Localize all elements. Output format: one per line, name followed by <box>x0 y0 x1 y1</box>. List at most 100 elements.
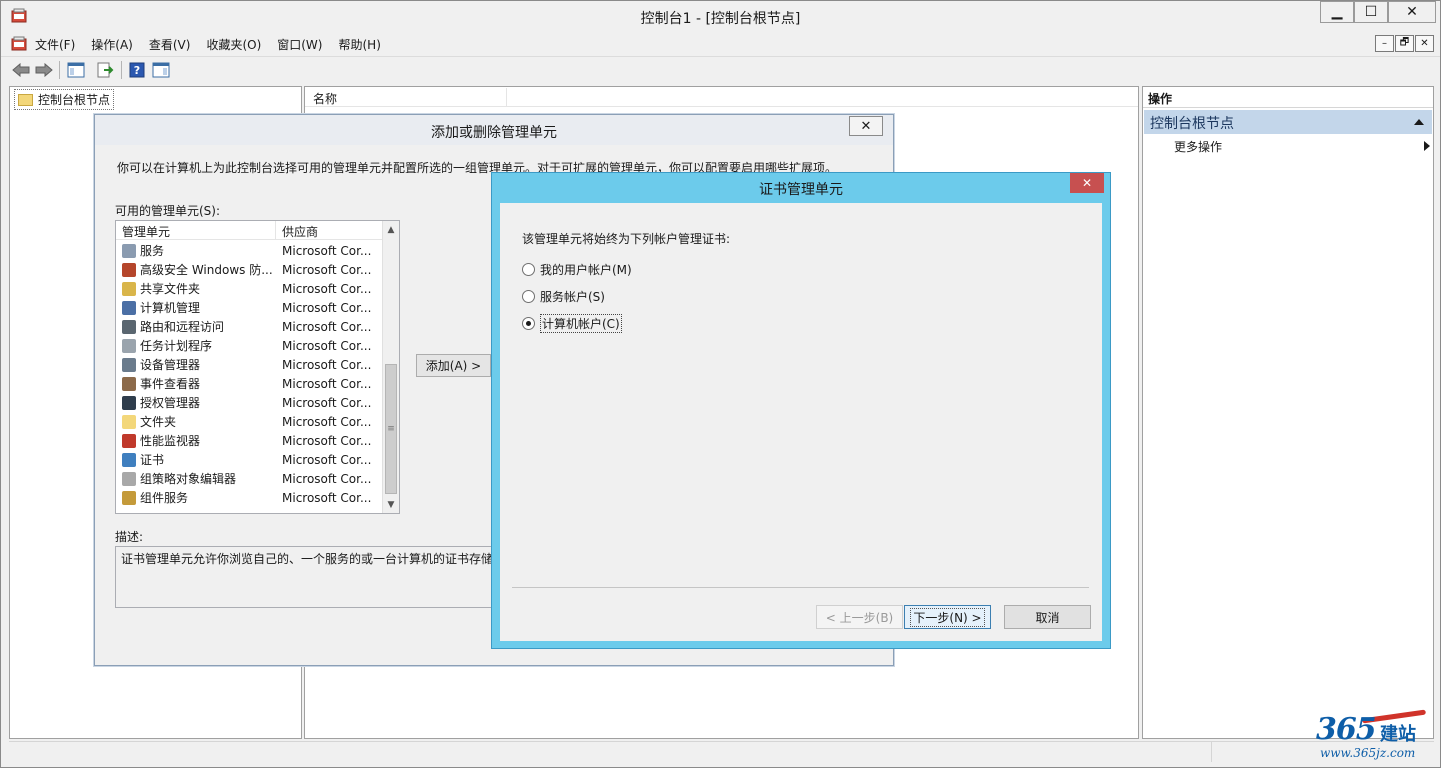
list-item[interactable]: 服务 Microsoft Cor... <box>116 241 382 260</box>
snapin-vendor: Microsoft Cor... <box>282 319 372 334</box>
snapin-name: 共享文件夹 <box>116 280 276 297</box>
list-item[interactable]: 任务计划程序 Microsoft Cor... <box>116 336 382 355</box>
column-header-name[interactable]: 名称 <box>307 88 507 106</box>
mdi-restore-button[interactable]: 🗗 <box>1395 35 1414 52</box>
radio-computer-account[interactable]: 计算机帐户(C) <box>522 314 622 333</box>
list-item[interactable]: 计算机管理 Microsoft Cor... <box>116 298 382 317</box>
show-hide-tree-button[interactable] <box>65 59 87 81</box>
mdi-minimize-button[interactable]: – <box>1375 35 1394 52</box>
scroll-down-icon[interactable]: ▼ <box>383 496 399 513</box>
toolbar-separator <box>59 61 60 79</box>
show-hide-console-tree-icon <box>67 62 85 78</box>
list-item[interactable]: 性能监视器 Microsoft Cor... <box>116 431 382 450</box>
add-button[interactable]: 添加(A) > <box>416 354 491 377</box>
snapin-name-label: 设备管理器 <box>140 358 201 372</box>
menu-view[interactable]: 查看(V) <box>149 36 191 53</box>
radio-label: 我的用户帐户(M) <box>540 263 632 277</box>
list-rows: 服务 Microsoft Cor... 高级安全 Windows 防... Micro… <box>116 241 382 507</box>
forward-arrow-icon <box>35 63 53 77</box>
radio-my-user-account[interactable]: 我的用户帐户(M) <box>522 261 632 278</box>
actions-section-header[interactable]: 控制台根节点 <box>1144 110 1432 134</box>
dialog-title-bar: 添加或删除管理单元 ✕ <box>95 115 893 145</box>
forward-button[interactable] <box>33 59 55 81</box>
actions-title: 操作 <box>1143 87 1433 108</box>
back-button[interactable]: < 上一步(B) <box>816 605 903 629</box>
snapin-vendor: Microsoft Cor... <box>282 376 372 391</box>
window-title: 控制台1 - [控制台根节点] <box>640 11 801 27</box>
snapin-vendor: Microsoft Cor... <box>282 300 372 315</box>
help-button[interactable]: ? <box>126 59 148 81</box>
back-button[interactable] <box>10 59 32 81</box>
radio-button[interactable] <box>522 290 535 303</box>
snapin-icon <box>122 338 136 353</box>
list-item[interactable]: 高级安全 Windows 防... Microsoft Cor... <box>116 260 382 279</box>
snapin-vendor: Microsoft Cor... <box>282 281 372 296</box>
list-item[interactable]: 事件查看器 Microsoft Cor... <box>116 374 382 393</box>
available-snapins-list[interactable]: 管理单元 供应商 服务 Microsoft Cor... 高级安全 Windows … <box>115 220 400 514</box>
watermark-text: 建站 <box>1380 724 1416 745</box>
radio-button[interactable] <box>522 263 535 276</box>
snapin-name-label: 组件服务 <box>140 491 189 505</box>
more-actions-item[interactable]: 更多操作 <box>1174 138 1432 156</box>
snapin-name-label: 文件夹 <box>140 415 177 429</box>
snapin-name: 性能监视器 <box>116 432 276 449</box>
tree-item-label: 控制台根节点 <box>38 93 111 107</box>
radio-button-selected[interactable] <box>522 317 535 330</box>
account-prompt: 该管理单元将始终为下列帐户管理证书: <box>522 232 731 246</box>
available-snapins-label: 可用的管理单元(S): <box>115 204 221 218</box>
status-panel <box>9 742 1212 762</box>
list-item[interactable]: 文件夹 Microsoft Cor... <box>116 412 382 431</box>
scroll-thumb[interactable]: ≡ <box>385 364 397 494</box>
list-item[interactable]: 路由和远程访问 Microsoft Cor... <box>116 317 382 336</box>
snapin-name: 授权管理器 <box>116 394 276 411</box>
certificates-snapin-dialog: 证书管理单元 ✕ 该管理单元将始终为下列帐户管理证书: 我的用户帐户(M) 服务… <box>491 172 1111 649</box>
snapin-icon <box>122 395 136 410</box>
dialog-close-button[interactable]: ✕ <box>849 116 883 136</box>
snapin-name: 设备管理器 <box>116 356 276 373</box>
snapin-name-label: 事件查看器 <box>140 377 201 391</box>
status-bar <box>9 741 1434 762</box>
list-scrollbar[interactable]: ▲ ≡ ▼ <box>382 221 399 513</box>
menu-action[interactable]: 操作(A) <box>91 36 133 53</box>
list-item[interactable]: 组策略对象编辑器 Microsoft Cor... <box>116 469 382 488</box>
column-header-snapin[interactable]: 管理单元 <box>116 221 276 239</box>
snapin-icon <box>122 243 136 258</box>
snapin-name: 服务 <box>116 242 276 259</box>
list-item[interactable]: 设备管理器 Microsoft Cor... <box>116 355 382 374</box>
export-list-button[interactable] <box>94 59 116 81</box>
snapin-icon <box>122 471 136 486</box>
column-header-vendor[interactable]: 供应商 <box>276 221 382 239</box>
list-item[interactable]: 授权管理器 Microsoft Cor... <box>116 393 382 412</box>
scroll-up-icon[interactable]: ▲ <box>383 221 399 238</box>
menu-favorites[interactable]: 收藏夹(O) <box>206 36 261 53</box>
show-hide-actions-button[interactable] <box>150 59 172 81</box>
menu-file[interactable]: 文件(F) <box>35 36 75 53</box>
maximize-button[interactable]: ☐ <box>1354 1 1388 23</box>
snapin-name-label: 服务 <box>140 244 165 258</box>
list-item[interactable]: 共享文件夹 Microsoft Cor... <box>116 279 382 298</box>
snapin-vendor: Microsoft Cor... <box>282 452 372 467</box>
minimize-icon: ▁ <box>1331 4 1343 20</box>
cancel-button[interactable]: 取消 <box>1004 605 1091 629</box>
snapin-vendor: Microsoft Cor... <box>282 414 372 429</box>
next-button[interactable]: 下一步(N) > <box>904 605 991 629</box>
snapin-name-label: 任务计划程序 <box>140 339 213 353</box>
radio-service-account[interactable]: 服务帐户(S) <box>522 288 605 305</box>
tree-item-console-root[interactable]: 控制台根节点 <box>14 89 115 110</box>
snapin-vendor: Microsoft Cor... <box>282 338 372 353</box>
title-bar: 控制台1 - [控制台根节点] ▁ ☐ ✕ <box>1 1 1440 32</box>
list-item[interactable]: 组件服务 Microsoft Cor... <box>116 488 382 507</box>
radio-label: 服务帐户(S) <box>540 290 605 304</box>
snapin-icon <box>122 281 136 296</box>
list-item[interactable]: 证书 Microsoft Cor... <box>116 450 382 469</box>
menu-help[interactable]: 帮助(H) <box>338 36 380 53</box>
mdi-close-button[interactable]: ✕ <box>1415 35 1434 52</box>
snapin-icon <box>122 262 136 277</box>
minimize-button[interactable]: ▁ <box>1320 1 1354 23</box>
snapin-vendor: Microsoft Cor... <box>282 433 372 448</box>
system-menu-icon[interactable] <box>11 36 27 52</box>
dialog-close-button[interactable]: ✕ <box>1070 173 1104 193</box>
menu-window[interactable]: 窗口(W) <box>277 36 322 53</box>
close-button[interactable]: ✕ <box>1388 1 1436 23</box>
collapse-arrow-icon[interactable] <box>1414 119 1424 125</box>
